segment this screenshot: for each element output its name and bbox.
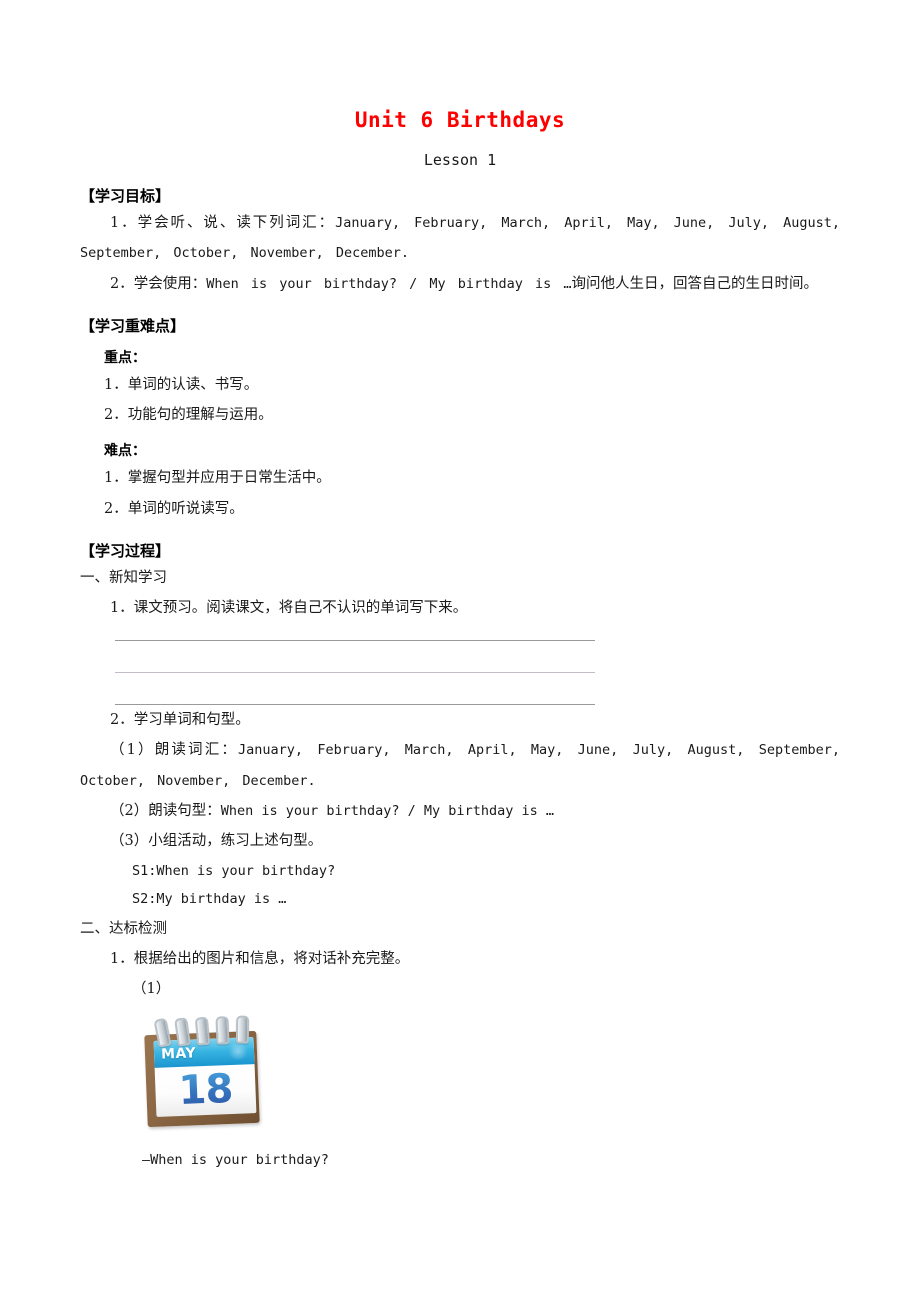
objective-2-prefix: 2．学会使用：: [110, 275, 207, 292]
page-subtitle: Lesson 1: [423, 151, 497, 170]
spiral-ring: [194, 1016, 211, 1046]
answer-blank-line-1[interactable]: [115, 639, 595, 641]
spiral-ring: [235, 1015, 250, 1044]
test-question-number: （1）: [132, 981, 171, 998]
key-point-major-2: 2．功能句的理解与运用。: [104, 407, 273, 424]
key-point-major-1: 1．单词的认读、书写。: [104, 377, 259, 393]
process-sub-item-1: （1）朗读词汇：January, February, March, April,…: [80, 735, 840, 796]
dialogue-prompt: —When is your birthday?: [142, 1151, 329, 1168]
figure-caption-wrap: —When is your birthday?: [80, 1133, 840, 1169]
process-task-2: 2．学习单词和句型。: [110, 711, 250, 728]
answer-blank-line-2[interactable]: [115, 671, 595, 673]
process-heading: 【学习过程】: [80, 542, 171, 561]
sub-item-2-prefix: （2）朗读句型：: [110, 802, 221, 819]
spiral-ring: [153, 1017, 172, 1048]
page-title: Unit 6 Birthdays: [354, 108, 566, 132]
objective-1-prefix: 1．学会听、说、读下列词汇：: [110, 214, 336, 231]
process-part-two-label: 二、达标检测: [80, 920, 167, 937]
sub-item-2-content: When is your birthday? / My birthday is …: [220, 802, 554, 819]
answer-blank-lines[interactable]: [80, 624, 840, 705]
objective-2-suffix: 询问他人生日，回答自己的生日时间。: [571, 275, 818, 292]
key-point-difficult-1: 1．掌握句型并应用于日常生活中。: [104, 470, 331, 487]
worksheet-page: Unit 6 Birthdays Lesson 1 【学习目标】 1．学会听、说…: [0, 0, 920, 1302]
process-sub-item-3: （3）小组活动，练习上述句型。: [80, 826, 840, 856]
key-points-heading: 【学习重难点】: [80, 317, 186, 335]
calendar-month-label: MAY: [160, 1045, 197, 1063]
sub-item-3-prefix: （3）小组活动，练习上述句型。: [110, 833, 323, 850]
spiral-ring: [215, 1015, 230, 1045]
objective-2-content: When is your birthday? / My birthday is …: [206, 275, 572, 292]
dialogue-line-s2: S2:My birthday is …: [132, 891, 287, 908]
figure-container: MAY 18: [80, 1005, 840, 1133]
spiral-ring: [174, 1016, 191, 1047]
objective-item-1: 1．学会听、说、读下列词汇：January, February, March, …: [80, 208, 840, 269]
process-sub-item-2: （2）朗读句型：When is your birthday? / My birt…: [80, 796, 840, 826]
key-points-label-major: 重点：: [104, 349, 146, 366]
process-task-1: 1．课文预习。阅读课文，将自己不认识的单词写下来。: [110, 600, 468, 617]
test-task-1: 1．根据给出的图片和信息，将对话补充完整。: [110, 950, 410, 967]
desk-calendar-icon: MAY 18: [142, 1015, 266, 1133]
key-point-difficult-2: 2．单词的听说读写。: [104, 500, 244, 517]
key-points-label-difficult: 难点：: [104, 442, 146, 459]
objective-item-2: 2．学会使用：When is your birthday? / My birth…: [80, 269, 840, 299]
sub-item-1-prefix: （1）朗读词汇：: [110, 742, 239, 759]
process-part-one-label: 一、新知学习: [80, 569, 167, 586]
objectives-heading: 【学习目标】: [80, 187, 171, 206]
calendar-day-number: 18: [155, 1064, 257, 1117]
calendar-spiral-rings: [153, 1015, 259, 1048]
calendar-page: MAY 18: [153, 1036, 257, 1117]
dialogue-line-s1: S1:When is your birthday?: [132, 862, 336, 879]
